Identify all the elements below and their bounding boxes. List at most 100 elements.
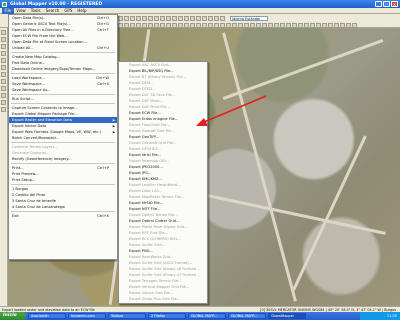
file-menu-item[interactable]: Exit Ctrl+X <box>9 213 117 219</box>
toolbar-button[interactable] <box>352 22 357 28</box>
file-menu-item[interactable]: Save Workspace As... <box>9 87 117 93</box>
toolbar-button[interactable] <box>154 22 159 28</box>
close-button[interactable]: × <box>391 1 398 7</box>
file-menu-item[interactable]: Print Setup... <box>9 177 117 183</box>
toolbar-button[interactable] <box>118 16 123 21</box>
toolbar-button[interactable] <box>172 22 177 28</box>
toolbar-button[interactable] <box>208 22 213 28</box>
minimize-button[interactable]: _ <box>375 1 382 7</box>
toolbar-button[interactable] <box>130 16 135 21</box>
taskbar-task[interactable]: Asociación <box>28 313 66 319</box>
start-button[interactable]: Inicio <box>0 312 26 320</box>
toolbar-button[interactable] <box>262 22 267 28</box>
toolbar-button[interactable] <box>190 22 195 28</box>
toolbar-button[interactable] <box>346 22 351 28</box>
side-tool-button[interactable] <box>1 100 6 105</box>
side-tool-button[interactable] <box>1 58 6 63</box>
file-menu-item[interactable]: Download Online Imagery/Topo/Terrain Map… <box>9 66 117 72</box>
toolbar-button[interactable] <box>196 22 201 28</box>
toolbar-button[interactable] <box>130 22 135 28</box>
taskbar-task[interactable]: 2 Firefox <box>148 313 186 319</box>
toolbar-button[interactable] <box>310 22 315 28</box>
toolbar-button[interactable] <box>316 22 321 28</box>
taskbar-task[interactable]: GLOBAL MAPP... <box>228 313 266 319</box>
side-tool-button[interactable] <box>1 30 6 35</box>
toolbar-button[interactable] <box>208 16 213 21</box>
style-select[interactable]: Idioma Estándar <box>230 15 268 21</box>
toolbar-button[interactable] <box>286 22 291 28</box>
toolbar-button[interactable] <box>202 16 207 21</box>
toolbar-button[interactable] <box>304 22 309 28</box>
toolbar-button[interactable] <box>298 22 303 28</box>
toolbar-button[interactable] <box>226 22 231 28</box>
taskbar-task[interactable]: forowmm.com <box>68 313 106 319</box>
toolbar-button[interactable] <box>322 22 327 28</box>
toolbar-button[interactable] <box>178 16 183 21</box>
toolbar-button[interactable] <box>220 16 225 21</box>
toolbar-button[interactable] <box>184 22 189 28</box>
toolbar-button[interactable] <box>244 22 249 28</box>
toolbar-button[interactable] <box>154 16 159 21</box>
export-submenu-item[interactable]: Export Zmap Plus Grid File... <box>119 296 207 302</box>
menu-search[interactable]: Search <box>43 8 62 14</box>
toolbar-button[interactable] <box>142 22 147 28</box>
toolbar-button[interactable] <box>166 22 171 28</box>
menu-tools[interactable]: Tools <box>28 8 43 14</box>
menu-item-label: 4 Santa Cruz de Lanzarotegw <box>12 205 65 209</box>
toolbar-button[interactable] <box>256 22 261 28</box>
toolbar-button[interactable] <box>214 16 219 21</box>
side-tool-button[interactable] <box>1 86 6 91</box>
toolbar-button[interactable] <box>340 22 345 28</box>
toolbar-button[interactable] <box>274 22 279 28</box>
toolbar-button[interactable] <box>148 16 153 21</box>
side-tool-button[interactable] <box>1 107 6 112</box>
toolbar-button[interactable] <box>280 22 285 28</box>
side-tool-button[interactable] <box>1 51 6 56</box>
toolbar-button[interactable] <box>232 22 237 28</box>
toolbar-button[interactable] <box>184 16 189 21</box>
toolbar-button[interactable] <box>178 22 183 28</box>
toolbar-button[interactable] <box>328 22 333 28</box>
menu-file[interactable]: File <box>2 7 14 14</box>
menu-gps[interactable]: GPS <box>62 8 75 14</box>
toolbar-button[interactable] <box>172 16 177 21</box>
toolbar-button[interactable] <box>238 22 243 28</box>
toolbar-button[interactable] <box>190 16 195 21</box>
menu-view[interactable]: View <box>14 8 29 14</box>
toolbar-button[interactable] <box>124 16 129 21</box>
file-menu-item[interactable]: Run Script... <box>9 96 117 102</box>
side-tool-button[interactable] <box>1 93 6 98</box>
side-tool-button[interactable] <box>1 65 6 70</box>
toolbar-button[interactable] <box>136 22 141 28</box>
file-menu-item[interactable]: Rectify (Georeference) Imagery... <box>9 156 117 162</box>
toolbar-button[interactable] <box>136 16 141 21</box>
maximize-button[interactable]: □ <box>383 1 390 7</box>
toolbar-button[interactable] <box>124 22 129 28</box>
file-menu-item[interactable]: 4 Santa Cruz de Lanzarotegw <box>9 204 117 210</box>
toolbar-button[interactable] <box>202 22 207 28</box>
toolbar-button[interactable] <box>166 16 171 21</box>
file-menu-item[interactable]: Unload All... Ctrl+U <box>9 45 117 51</box>
taskbar-task[interactable]: Toolbox <box>108 313 146 319</box>
side-tool-button[interactable] <box>1 79 6 84</box>
menu-help[interactable]: Help <box>75 8 89 14</box>
toolbar-button[interactable] <box>142 16 147 21</box>
toolbar-button[interactable] <box>334 22 339 28</box>
toolbar-button[interactable] <box>250 22 255 28</box>
toolbar-button[interactable] <box>196 16 201 21</box>
side-tool-button[interactable] <box>1 44 6 49</box>
file-menu-item[interactable]: Batch Convert/Reproject... <box>9 135 117 141</box>
toolbar-button[interactable] <box>160 22 165 28</box>
toolbar-button[interactable] <box>148 22 153 28</box>
side-tool-button[interactable] <box>1 37 6 42</box>
taskbar-task[interactable]: GlobalMapper <box>268 313 306 319</box>
toolbar-button[interactable] <box>292 22 297 28</box>
taskbar-task[interactable]: GLOBAL MAPP... <box>188 313 226 319</box>
toolbar-button[interactable] <box>214 22 219 28</box>
toolbar-button[interactable] <box>118 22 123 28</box>
toolbar-button[interactable] <box>268 22 273 28</box>
toolbar-button[interactable] <box>160 16 165 21</box>
toolbar-button[interactable] <box>220 22 225 28</box>
side-tool-button[interactable] <box>1 72 6 77</box>
menu-item-label: Download Online Imagery/Topo/Terrain Map… <box>12 67 96 71</box>
